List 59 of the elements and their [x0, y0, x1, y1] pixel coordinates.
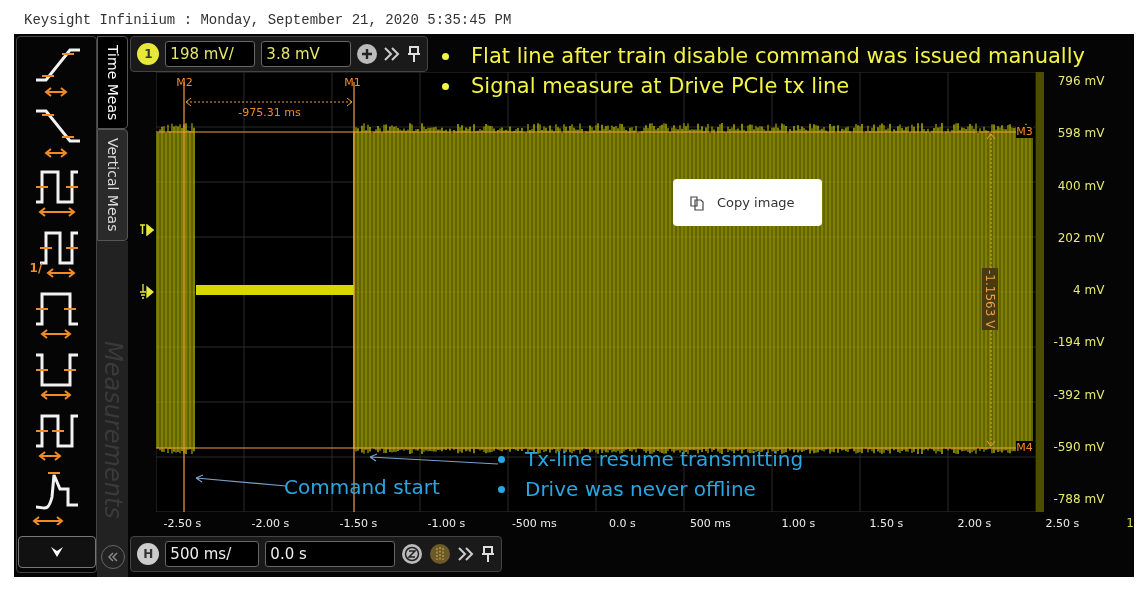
- axis-tick-label: 1.50 s: [868, 516, 905, 530]
- axis-tick-label: 2.50 s: [1044, 516, 1081, 530]
- annotation-text: Flat line after train disable command was issued manually: [471, 44, 1085, 68]
- bullet-icon: [498, 455, 505, 463]
- axis-tick-label: 4 mV: [1072, 283, 1106, 297]
- horizontal-badge[interactable]: H: [137, 543, 160, 565]
- scale-field[interactable]: 198 mV/: [165, 41, 256, 67]
- axis-tick-label: 598 mV: [1056, 126, 1106, 141]
- pin-icon[interactable]: [407, 45, 422, 63]
- copy-icon[interactable]: [689, 194, 705, 211]
- bullet-icon: [442, 52, 449, 60]
- axis-tick-label: 400 mV: [1056, 178, 1106, 193]
- double-chevron-icon[interactable]: [457, 545, 476, 563]
- zoom-icon[interactable]: [401, 543, 424, 565]
- axis-tick-label: 500 ms: [688, 516, 732, 530]
- axis-tick-label: -500 ms: [510, 516, 558, 530]
- marker-label: M3: [1016, 125, 1033, 138]
- acquisition-icon[interactable]: [429, 543, 452, 565]
- axis-tick-label: -1.00 s: [426, 516, 467, 530]
- axis-tick-label: -2.00 s: [250, 516, 291, 530]
- annotation-text: Tx-line resume transmitting: [525, 447, 804, 471]
- axis-tick-label: 0.0 s: [608, 516, 637, 530]
- axis-tick-label: -194 mV: [1052, 335, 1106, 350]
- icon-label: 1/: [29, 261, 43, 275]
- trigger-level-icon[interactable]: [140, 224, 155, 236]
- axis-tick-label: 796 mV: [1056, 74, 1106, 88]
- double-chevron-icon[interactable]: [383, 45, 402, 63]
- position-field[interactable]: 0.0 s: [265, 541, 396, 567]
- channel-badge[interactable]: 1: [137, 43, 160, 65]
- axis-tick-label: -1.50 s: [338, 516, 379, 530]
- menu-item[interactable]: Copy image: [717, 195, 795, 210]
- marker-label: M1: [344, 76, 361, 89]
- delta-time-label: -975.31 ms: [238, 106, 301, 119]
- bullet-icon: [442, 82, 449, 90]
- bullet-icon: [498, 485, 505, 493]
- axis-tick-label: 2.00 s: [956, 516, 993, 530]
- annotation-text: Signal measure at Drive PCIe tx line: [471, 74, 850, 98]
- axis-tick-label: -788 mV: [1052, 492, 1106, 506]
- axis-tick-label: 202 mV: [1056, 230, 1106, 245]
- marker-label: M4: [1016, 441, 1033, 454]
- double-chevron-left-icon: [106, 551, 119, 563]
- axis-tick-label: -392 mV: [1052, 387, 1106, 402]
- axis-corner-label: 1: [1126, 516, 1134, 530]
- axis-tick-label: -2.50 s: [162, 516, 203, 530]
- side-tab[interactable]: Time Meas: [97, 36, 129, 130]
- scroll-down-button[interactable]: [17, 536, 96, 568]
- annotation-text: Drive was never offline: [525, 477, 756, 501]
- chevron-down-icon: [49, 546, 64, 558]
- window-title: Keysight Infiniium : Monday, September 21, 2020 5:35:45 PM: [23, 12, 513, 30]
- marker-label: M2: [176, 76, 193, 89]
- delta-voltage-label: -1.1563 V: [982, 268, 999, 331]
- add-icon[interactable]: [357, 44, 378, 64]
- axis-tick-label: -590 mV: [1052, 439, 1106, 454]
- pin-icon[interactable]: [481, 545, 496, 563]
- offset-field[interactable]: 3.8 mV: [261, 41, 352, 67]
- time-scale-field[interactable]: 500 ms/: [165, 541, 260, 567]
- side-tab[interactable]: Vertical Meas: [97, 129, 129, 241]
- ground-reference-icon[interactable]: [140, 284, 155, 300]
- axis-tick-label: 1.00 s: [780, 516, 817, 530]
